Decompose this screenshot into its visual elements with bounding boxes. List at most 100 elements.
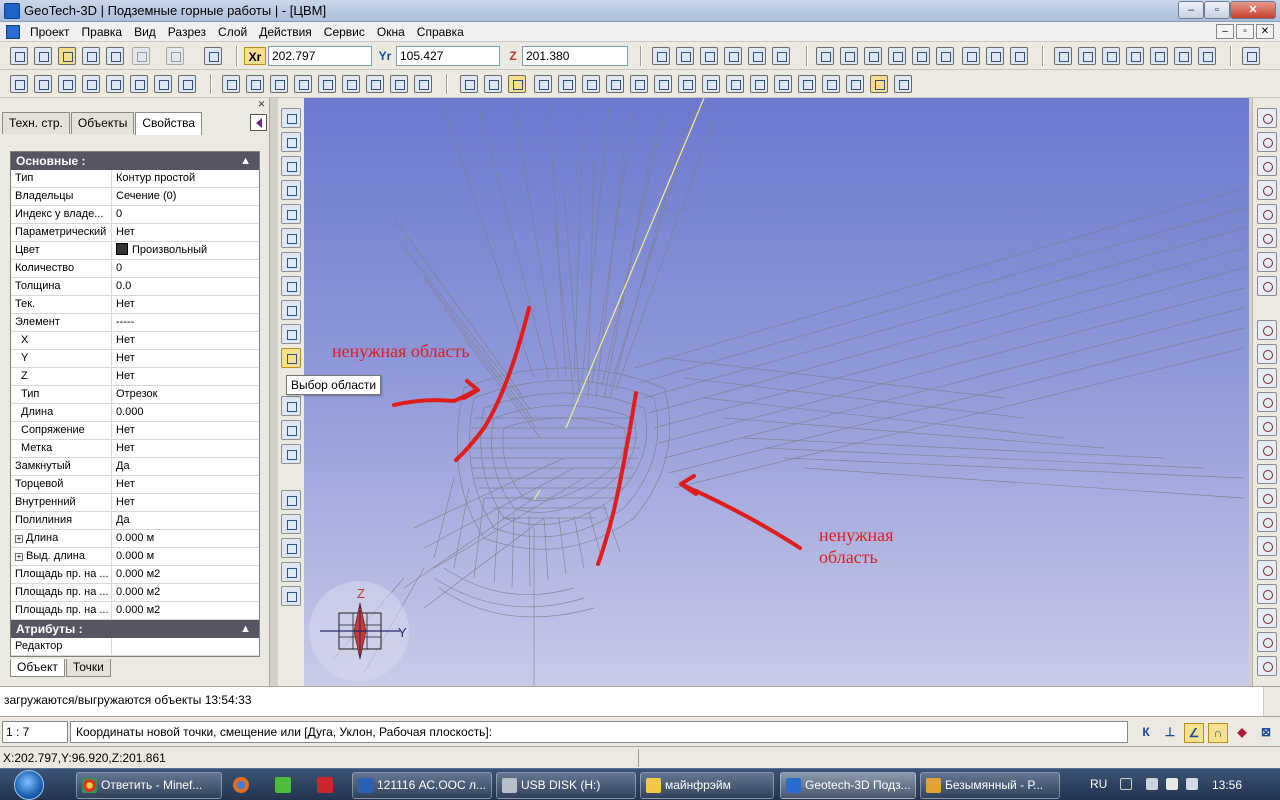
flag-icon[interactable]	[1166, 778, 1178, 790]
property-value[interactable]: Нет	[112, 476, 259, 493]
branch-icon[interactable]	[1257, 440, 1277, 460]
layers-icon[interactable]	[82, 47, 100, 65]
circle-icon[interactable]	[912, 47, 930, 65]
property-row[interactable]: Метка Нет	[11, 440, 259, 458]
slope-icon[interactable]	[1257, 228, 1277, 248]
property-value[interactable]: Да	[112, 512, 259, 529]
property-row[interactable]: Сопряжение Нет	[11, 422, 259, 440]
name-icon[interactable]	[774, 75, 792, 93]
spiral-icon[interactable]	[1257, 156, 1277, 176]
blocks-icon[interactable]	[318, 75, 336, 93]
snap-perpendicular-icon[interactable]: ⊥	[1160, 723, 1180, 743]
layer-copy-icon[interactable]	[281, 514, 301, 534]
polyline-icon[interactable]	[864, 47, 882, 65]
select-icon[interactable]	[10, 75, 28, 93]
property-row[interactable]: Цвет Произвольный	[11, 242, 259, 260]
maximize-button[interactable]: ▫	[1204, 1, 1230, 19]
property-row[interactable]: Внутренний Нет	[11, 494, 259, 512]
scale-ratio[interactable]: 1 : 7	[2, 721, 68, 743]
select-fill-icon[interactable]	[281, 396, 301, 416]
x-cross-icon[interactable]	[1257, 368, 1277, 388]
select-path-icon[interactable]	[281, 300, 301, 320]
snap-grid-icon[interactable]: ⊠	[1256, 723, 1276, 743]
rotate-icon[interactable]	[654, 75, 672, 93]
numbering-icon[interactable]	[534, 75, 552, 93]
mdi-restore-button[interactable]: ▫	[1236, 24, 1254, 39]
network-icon[interactable]	[1146, 778, 1158, 790]
draw-line-icon[interactable]	[34, 75, 52, 93]
property-row[interactable]: Площадь пр. на ... 0.000 м2	[11, 566, 259, 584]
z-coord-label[interactable]: Z	[502, 47, 524, 65]
task-document[interactable]: 121116 АС.ООС л...	[352, 772, 492, 799]
view-left-icon[interactable]	[700, 47, 718, 65]
task-chrome[interactable]: Ответить - Minef...	[76, 772, 222, 799]
pencil-icon[interactable]	[1242, 47, 1260, 65]
mountain-icon[interactable]	[1257, 608, 1277, 628]
copy-icon[interactable]	[58, 47, 76, 65]
select-node-icon[interactable]	[281, 156, 301, 176]
command-prompt[interactable]: Координаты новой точки, смещение или [Ду…	[70, 721, 1128, 743]
link-icon[interactable]	[1257, 276, 1277, 296]
property-value[interactable]: Нет	[112, 494, 259, 511]
view-bottom-icon[interactable]	[772, 47, 790, 65]
property-row[interactable]: Y Нет	[11, 350, 259, 368]
timer-icon[interactable]	[726, 75, 744, 93]
property-row[interactable]: Параметрический Нет	[11, 224, 259, 242]
property-value[interactable]: Нет	[112, 350, 259, 367]
grid-icon[interactable]	[986, 47, 1004, 65]
property-row[interactable]: Площадь пр. на ... 0.000 м2	[11, 584, 259, 602]
clock[interactable]: 13:56	[1212, 778, 1242, 792]
solid-icon[interactable]	[58, 75, 76, 93]
select-box-icon[interactable]	[281, 132, 301, 152]
tilt-icon[interactable]	[1257, 464, 1277, 484]
select-face-icon[interactable]	[281, 204, 301, 224]
move-icon[interactable]	[281, 444, 301, 464]
property-value[interactable]: 0	[112, 206, 259, 223]
menu-view[interactable]: Вид	[128, 22, 162, 42]
wire-icon[interactable]	[484, 75, 502, 93]
mesh-icon[interactable]	[222, 75, 240, 93]
chevron-up-icon[interactable]: ▲	[240, 152, 251, 170]
y-coord-input[interactable]	[396, 46, 500, 66]
start-button[interactable]	[14, 770, 44, 800]
color-swatch[interactable]	[116, 243, 128, 255]
arrow-left-icon[interactable]	[702, 75, 720, 93]
dome-icon[interactable]	[1257, 584, 1277, 604]
property-value[interactable]: 0.000 м	[112, 530, 259, 547]
property-value[interactable]: Нет	[112, 224, 259, 241]
property-row[interactable]: Замкнутый Да	[11, 458, 259, 476]
select-lasso-icon[interactable]	[281, 324, 301, 344]
property-row[interactable]: Владельцы Сечение (0)	[11, 188, 259, 206]
terrain-icon[interactable]	[1257, 656, 1277, 676]
pin-autocad[interactable]	[306, 773, 344, 797]
x-coord-label[interactable]: Xr	[244, 47, 266, 65]
property-row[interactable]: X Нет	[11, 332, 259, 350]
menu-help[interactable]: Справка	[411, 22, 470, 42]
select-edge-icon[interactable]	[281, 180, 301, 200]
property-value[interactable]: Нет	[112, 440, 259, 457]
mdi-minimize-button[interactable]: –	[1216, 24, 1234, 39]
network-icon[interactable]	[822, 75, 840, 93]
select-area-icon[interactable]	[281, 348, 301, 368]
property-row[interactable]: Торцевой Нет	[11, 476, 259, 494]
filter-icon[interactable]	[1174, 47, 1192, 65]
snap-angle-icon[interactable]: ∠	[1184, 723, 1204, 743]
property-row[interactable]: Элемент -----	[11, 314, 259, 332]
clock-icon[interactable]	[204, 47, 222, 65]
fan-icon[interactable]	[82, 75, 100, 93]
view-front-icon[interactable]	[652, 47, 670, 65]
view-top-icon[interactable]	[748, 47, 766, 65]
property-value[interactable]: Нет	[112, 422, 259, 439]
property-row[interactable]: Z Нет	[11, 368, 259, 386]
zoom-icon[interactable]	[630, 75, 648, 93]
property-row[interactable]: Площадь пр. на ... 0.000 м2	[11, 602, 259, 620]
menu-section[interactable]: Разрез	[162, 22, 212, 42]
redo-icon[interactable]	[166, 47, 184, 65]
profile-icon[interactable]	[414, 75, 432, 93]
node-icon[interactable]	[798, 75, 816, 93]
select-body-icon[interactable]	[281, 228, 301, 248]
group-basic[interactable]: Основные : ▲	[11, 152, 259, 170]
panel-collapse-icon[interactable]	[250, 114, 267, 131]
combine-icon[interactable]	[154, 75, 172, 93]
menu-project[interactable]: Проект	[24, 22, 76, 42]
